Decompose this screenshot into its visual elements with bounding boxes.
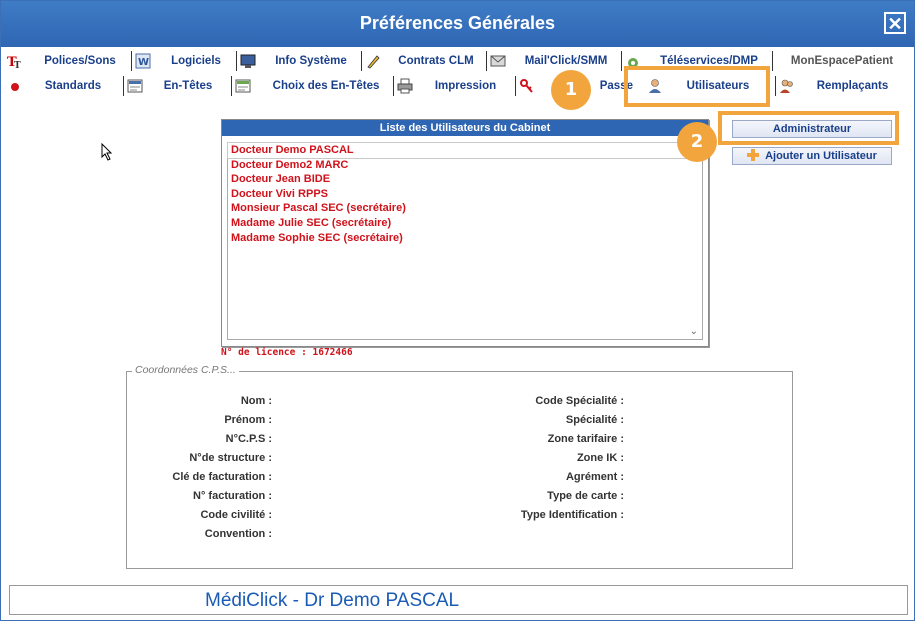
nom-label: Nom : bbox=[240, 395, 272, 407]
specialite-label: Spécialité : bbox=[565, 414, 624, 426]
printer-icon bbox=[397, 78, 413, 94]
tab-divider bbox=[775, 76, 776, 96]
user-list[interactable]: Docteur Demo PASCAL Docteur Demo2 MARC D… bbox=[227, 142, 703, 340]
svg-text:W: W bbox=[138, 57, 149, 68]
tab-label: Standards bbox=[44, 80, 102, 92]
tab-monespacepatient[interactable]: MonEspacePatient bbox=[777, 49, 907, 73]
word-icon: W bbox=[135, 53, 151, 69]
preferences-window: Préférences Générales ✕ TT Polices/Sons … bbox=[0, 0, 915, 621]
font-icon: TT bbox=[7, 53, 23, 71]
tab-info-systeme[interactable]: Info Système bbox=[240, 49, 360, 73]
tab-label: Impression bbox=[434, 80, 497, 92]
highlight-administrateur-button bbox=[718, 111, 899, 145]
tab-divider bbox=[361, 51, 362, 71]
tab-label: Remplaçants bbox=[816, 80, 889, 92]
tab-en-tetes[interactable]: En-Têtes bbox=[127, 74, 227, 98]
user-list-panel: Liste des Utilisateurs du Cabinet Docteu… bbox=[221, 119, 709, 347]
type-carte-label: Type de carte : bbox=[547, 490, 624, 502]
close-button[interactable]: ✕ bbox=[884, 12, 906, 34]
tab-logiciels[interactable]: W Logiciels bbox=[135, 49, 235, 73]
tab-divider bbox=[393, 76, 394, 96]
user-list-title: Liste des Utilisateurs du Cabinet bbox=[222, 120, 708, 136]
key-icon bbox=[519, 78, 535, 94]
tab-remplacants[interactable]: Remplaçants bbox=[779, 74, 904, 98]
tab-mailclick-smm[interactable]: Mail'Click/SMM bbox=[490, 49, 620, 73]
zone-tarifaire-label: Zone tarifaire : bbox=[547, 433, 624, 445]
step-badge-2: 2 bbox=[677, 122, 717, 162]
tab-label: Choix des En-Têtes bbox=[272, 80, 380, 92]
title-bar: Préférences Générales ✕ bbox=[1, 1, 914, 47]
nstructure-label: N°de structure : bbox=[189, 452, 272, 464]
red-dot-icon bbox=[7, 78, 23, 94]
list-item[interactable]: Monsieur Pascal SEC (secrétaire) bbox=[228, 201, 702, 216]
status-footer: MédiClick - Dr Demo PASCAL bbox=[9, 585, 908, 615]
footer-title: MédiClick - Dr Demo PASCAL bbox=[205, 590, 460, 611]
list-item[interactable]: Docteur Demo2 MARC bbox=[228, 158, 702, 173]
plus-icon bbox=[747, 148, 760, 164]
tab-divider bbox=[772, 51, 773, 71]
tab-contrats-clm[interactable]: Contrats CLM bbox=[365, 49, 485, 73]
tab-impression[interactable]: Impression bbox=[397, 74, 512, 98]
tab-label: Logiciels bbox=[171, 55, 221, 67]
list-item[interactable]: Docteur Jean BIDE bbox=[228, 172, 702, 187]
tab-label: Mail'Click/SMM bbox=[524, 55, 608, 67]
code-civilite-label: Code civilité : bbox=[200, 509, 272, 521]
header-icon bbox=[127, 78, 143, 94]
users-icon bbox=[779, 78, 795, 94]
tab-divider bbox=[231, 76, 232, 96]
mouse-cursor-icon bbox=[101, 142, 113, 166]
add-user-label: Ajouter un Utilisateur bbox=[765, 150, 877, 162]
tab-divider bbox=[123, 76, 124, 96]
prenom-label: Prénom : bbox=[224, 414, 272, 426]
agrement-label: Agrément : bbox=[565, 471, 624, 483]
code-specialite-label: Code Spécialité : bbox=[535, 395, 624, 407]
list-item[interactable]: Docteur Demo PASCAL bbox=[227, 142, 703, 159]
highlight-utilisateurs-tab bbox=[624, 66, 770, 107]
cps-legend: Coordonnées C.P.S... bbox=[132, 364, 239, 376]
tab-label: MonEspacePatient bbox=[790, 55, 894, 67]
add-user-button[interactable]: Ajouter un Utilisateur bbox=[732, 147, 892, 165]
tab-divider bbox=[236, 51, 237, 71]
tab-divider bbox=[486, 51, 487, 71]
svg-text:T: T bbox=[14, 61, 21, 69]
header-choice-icon bbox=[235, 78, 251, 94]
chevron-down-icon[interactable]: ⌄ bbox=[690, 326, 698, 337]
tab-label: En-Têtes bbox=[163, 80, 213, 92]
tab-divider bbox=[515, 76, 516, 96]
pencil-icon bbox=[365, 53, 381, 69]
tab-polices-sons[interactable]: TT Polices/Sons bbox=[7, 49, 131, 73]
list-item[interactable]: Docteur Vivi RPPS bbox=[228, 187, 702, 202]
list-item[interactable]: Madame Sophie SEC (secrétaire) bbox=[228, 231, 702, 246]
tab-divider bbox=[621, 51, 622, 71]
nfacturation-label: N° facturation : bbox=[193, 490, 272, 502]
mail-icon bbox=[490, 53, 506, 69]
cps-details-group: Coordonnées C.P.S... Nom : Prénom : N°C.… bbox=[126, 364, 793, 569]
ncps-label: N°C.P.S : bbox=[225, 433, 272, 445]
step-badge-1: 1 bbox=[551, 70, 591, 110]
convention-label: Convention : bbox=[204, 528, 272, 540]
computer-icon bbox=[240, 53, 256, 69]
tab-choix-des-en-tetes[interactable]: Choix des En-Têtes bbox=[235, 74, 395, 98]
list-item[interactable]: Madame Julie SEC (secrétaire) bbox=[228, 216, 702, 231]
tab-label: Contrats CLM bbox=[398, 55, 474, 67]
tab-label: Polices/Sons bbox=[44, 55, 116, 67]
tab-label: Info Système bbox=[275, 55, 347, 67]
zone-ik-label: Zone IK : bbox=[576, 452, 624, 464]
tab-standards[interactable]: Standards bbox=[7, 74, 117, 98]
tab-divider bbox=[131, 51, 132, 71]
window-title: Préférences Générales bbox=[359, 13, 556, 33]
licence-number: N° de licence : 1672466 bbox=[221, 347, 353, 358]
type-identification-label: Type Identification : bbox=[520, 509, 624, 521]
cle-facturation-label: Clé de facturation : bbox=[172, 471, 272, 483]
